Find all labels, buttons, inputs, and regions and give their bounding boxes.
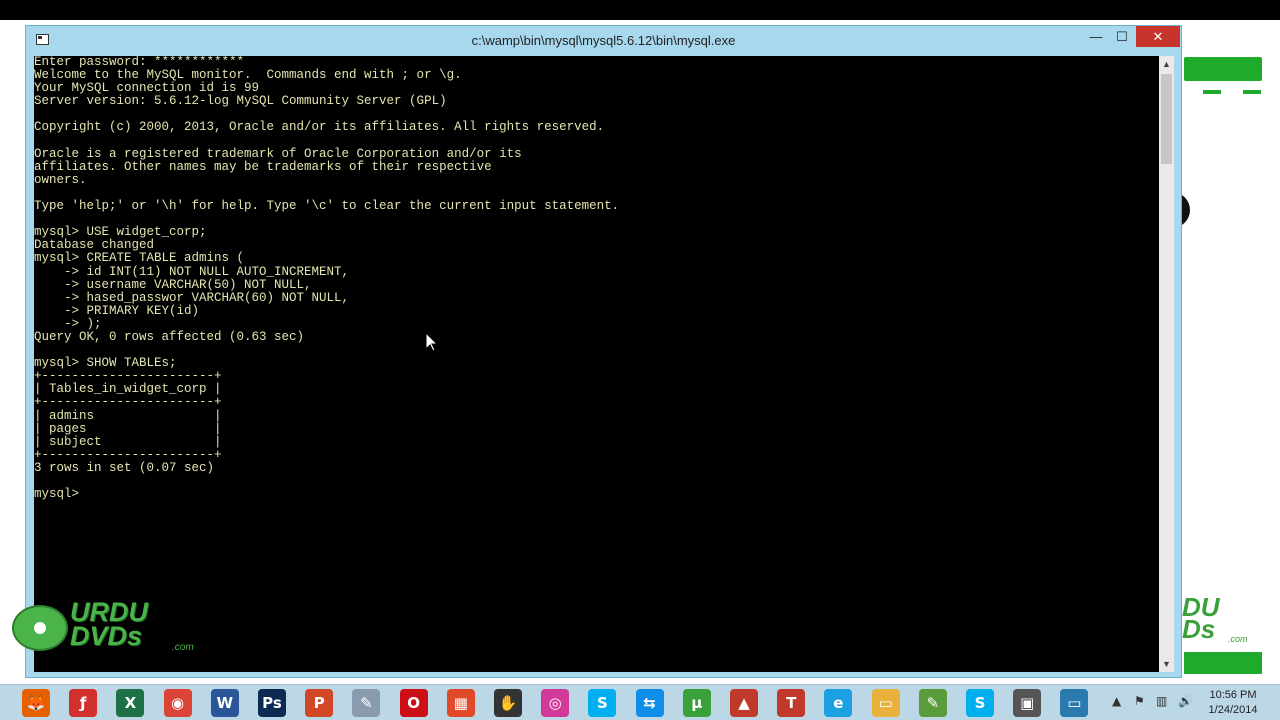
paint-icon[interactable]: ✎ [352, 689, 381, 717]
background-dash [1243, 90, 1261, 94]
watermark-suffix: .com [172, 642, 194, 653]
ie-icon[interactable]: e [824, 689, 853, 717]
console-text: Enter password: ************ Welcome to … [34, 56, 620, 502]
minimize-button[interactable]: — [1086, 26, 1106, 47]
tray-flag-icon[interactable]: ⚑ [1134, 694, 1145, 708]
scroll-down-arrow-icon[interactable]: ▼ [1159, 656, 1174, 672]
top-black-band [0, 0, 1280, 20]
background-logo-text: DU Ds [1182, 592, 1220, 644]
close-button[interactable]: ✕ [1136, 26, 1180, 47]
console-output[interactable]: Enter password: ************ Welcome to … [34, 56, 1159, 672]
folder-icon[interactable]: ▭ [871, 689, 900, 717]
tally-icon[interactable]: T [777, 689, 806, 717]
tray-overflow-arrow-icon[interactable]: ▲ [1112, 694, 1121, 708]
notepad-icon[interactable]: ✎ [918, 689, 947, 717]
tiles-icon[interactable]: ▦ [446, 689, 475, 717]
vertical-scrollbar[interactable]: ▲ ▼ [1159, 56, 1174, 672]
background-dash [1203, 90, 1221, 94]
background-logo-suffix: .com [1228, 634, 1248, 644]
teamviewer-icon[interactable]: ⇆ [635, 689, 664, 717]
opera-icon[interactable]: O [399, 689, 428, 717]
chrome-icon[interactable]: ◉ [163, 689, 192, 717]
window-titlebar[interactable]: c:\wamp\bin\mysql\mysql5.6.12\bin\mysql.… [26, 26, 1181, 56]
console-app-icon[interactable]: ▭ [1060, 689, 1089, 717]
scroll-thumb[interactable] [1161, 74, 1172, 164]
hand-app-icon[interactable]: ✋ [494, 689, 522, 717]
background-green-bar-bottom [1184, 652, 1262, 674]
console-window: c:\wamp\bin\mysql\mysql5.6.12\bin\mysql.… [25, 25, 1182, 678]
clock-time: 10:56 PM [1209, 689, 1257, 701]
urdudvds-watermark: URDU DVDs .com [12, 597, 212, 656]
mouse-cursor-icon [426, 333, 438, 352]
flash-icon[interactable]: ƒ [69, 689, 98, 717]
excel-icon[interactable]: X [116, 689, 145, 717]
pro-app-icon[interactable]: ▲ [730, 689, 758, 717]
skype2-icon[interactable]: S [966, 689, 994, 717]
camera-app-icon[interactable]: ▣ [1013, 689, 1042, 717]
tray-network-icon[interactable]: ▥ [1156, 694, 1167, 708]
powerpoint-icon[interactable]: P [305, 689, 334, 717]
tray-volume-icon[interactable]: 🔊 [1178, 694, 1193, 708]
scroll-up-arrow-icon[interactable]: ▲ [1159, 56, 1174, 72]
taskbar: 🦊 ƒ X ◉ W Ps P ✎ O ▦ ✋ ◎ S ⇆ μ ▲ Te ▭ ✎ S ▣ ▭ ▲ ⚑ ▥ 🔊 10:56 P… [0, 684, 1280, 720]
pink-app-icon[interactable]: ◎ [541, 689, 570, 717]
photoshop-icon[interactable]: Ps [258, 689, 286, 717]
disc-logo-icon [12, 605, 68, 651]
maximize-button[interactable]: ☐ [1112, 26, 1132, 47]
clock-date: 1/24/2014 [1208, 704, 1258, 716]
taskbar-clock[interactable]: 10:56 PM 1/24/2014 [1198, 688, 1268, 718]
utorrent-icon[interactable]: μ [682, 689, 711, 717]
background-app [1182, 20, 1280, 684]
firefox-icon[interactable]: 🦊 [22, 689, 50, 717]
watermark-text: URDU DVDs [70, 597, 148, 651]
window-title: c:\wamp\bin\mysql\mysql5.6.12\bin\mysql.… [471, 33, 736, 48]
word-icon[interactable]: W [210, 689, 239, 717]
skype-icon[interactable]: S [588, 689, 617, 717]
background-green-bar [1184, 57, 1262, 81]
